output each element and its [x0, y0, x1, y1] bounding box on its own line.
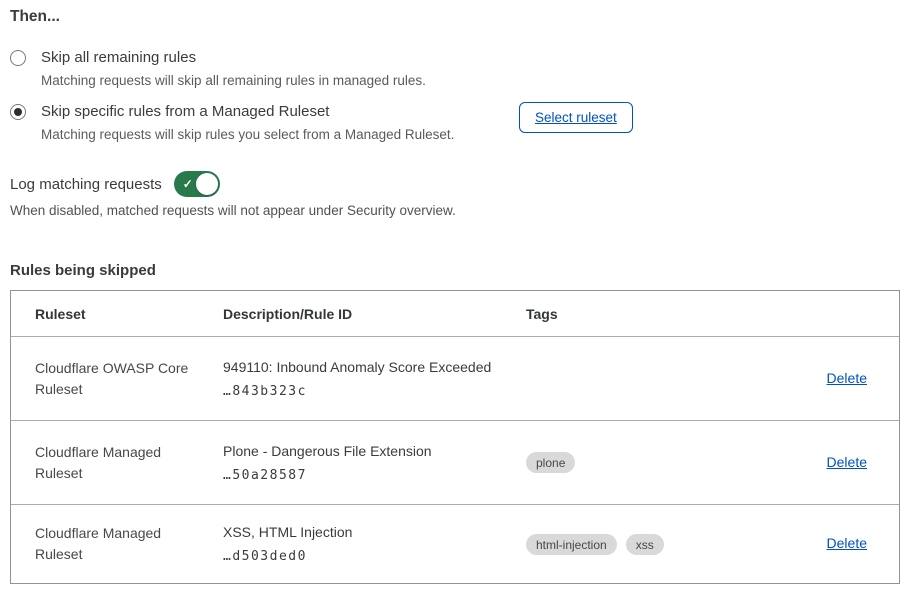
actions-cell: Delete — [827, 370, 899, 388]
tags-cell: plone — [526, 452, 778, 473]
log-matching-row: Log matching requests ✓ — [10, 171, 220, 197]
radio-label-skip-all[interactable]: Skip all remaining rules — [41, 47, 426, 68]
rule-description: Plone - Dangerous File Extension — [223, 443, 526, 459]
rule-description-cell: 949110: Inbound Anomaly Score Exceeded …… — [223, 359, 526, 399]
column-header-ruleset: Ruleset — [11, 306, 223, 322]
log-matching-help-text: When disabled, matched requests will not… — [10, 203, 456, 218]
rule-id: …843b323c — [223, 384, 526, 399]
rule-id: …50a28587 — [223, 468, 526, 483]
radio-option-skip-all[interactable]: Skip all remaining rules Matching reques… — [10, 47, 426, 91]
actions-cell: Delete — [827, 535, 899, 553]
rule-description-cell: Plone - Dangerous File Extension …50a285… — [223, 443, 526, 483]
delete-link[interactable]: Delete — [827, 535, 867, 551]
tag-pill: html-injection — [526, 534, 617, 555]
select-ruleset-button[interactable]: Select ruleset — [519, 102, 633, 133]
check-icon: ✓ — [183, 178, 193, 190]
rule-description: 949110: Inbound Anomaly Score Exceeded — [223, 359, 526, 375]
log-matching-label: Log matching requests — [10, 176, 162, 193]
rules-being-skipped-heading: Rules being skipped — [10, 262, 156, 279]
rule-description: XSS, HTML Injection — [223, 524, 526, 540]
ruleset-name: Cloudflare Managed Ruleset — [11, 442, 223, 484]
tags-cell: html-injection xss — [526, 534, 778, 555]
delete-link[interactable]: Delete — [827, 370, 867, 386]
actions-cell: Delete — [827, 454, 899, 472]
rule-description-cell: XSS, HTML Injection …d503ded0 — [223, 524, 526, 564]
ruleset-name: Cloudflare Managed Ruleset — [11, 523, 223, 565]
table-header-row: Ruleset Description/Rule ID Tags — [11, 291, 899, 336]
tag-pill: plone — [526, 452, 575, 473]
then-heading: Then... — [10, 8, 60, 26]
log-matching-toggle[interactable]: ✓ — [174, 171, 220, 197]
radio-label-skip-specific[interactable]: Skip specific rules from a Managed Rules… — [41, 101, 454, 122]
table-row: Cloudflare OWASP Core Ruleset 949110: In… — [11, 336, 899, 420]
radio-description-skip-specific: Matching requests will skip rules you se… — [41, 125, 454, 145]
radio-dot-icon — [14, 108, 22, 116]
delete-link[interactable]: Delete — [827, 454, 867, 470]
ruleset-name: Cloudflare OWASP Core Ruleset — [11, 358, 223, 400]
toggle-knob[interactable] — [196, 173, 218, 195]
column-header-tags: Tags — [526, 306, 778, 322]
column-header-description: Description/Rule ID — [223, 306, 526, 322]
rules-table: Ruleset Description/Rule ID Tags Cloudfl… — [10, 290, 900, 584]
tag-pill: xss — [626, 534, 664, 555]
radio-description-skip-all: Matching requests will skip all remainin… — [41, 71, 426, 91]
radio-button-unselected[interactable] — [10, 50, 26, 66]
radio-button-selected[interactable] — [10, 104, 26, 120]
rule-id: …d503ded0 — [223, 549, 526, 564]
radio-option-skip-specific[interactable]: Skip specific rules from a Managed Rules… — [10, 101, 454, 145]
select-ruleset-button-label: Select ruleset — [535, 110, 617, 125]
table-row: Cloudflare Managed Ruleset XSS, HTML Inj… — [11, 504, 899, 583]
table-row: Cloudflare Managed Ruleset Plone - Dange… — [11, 420, 899, 504]
